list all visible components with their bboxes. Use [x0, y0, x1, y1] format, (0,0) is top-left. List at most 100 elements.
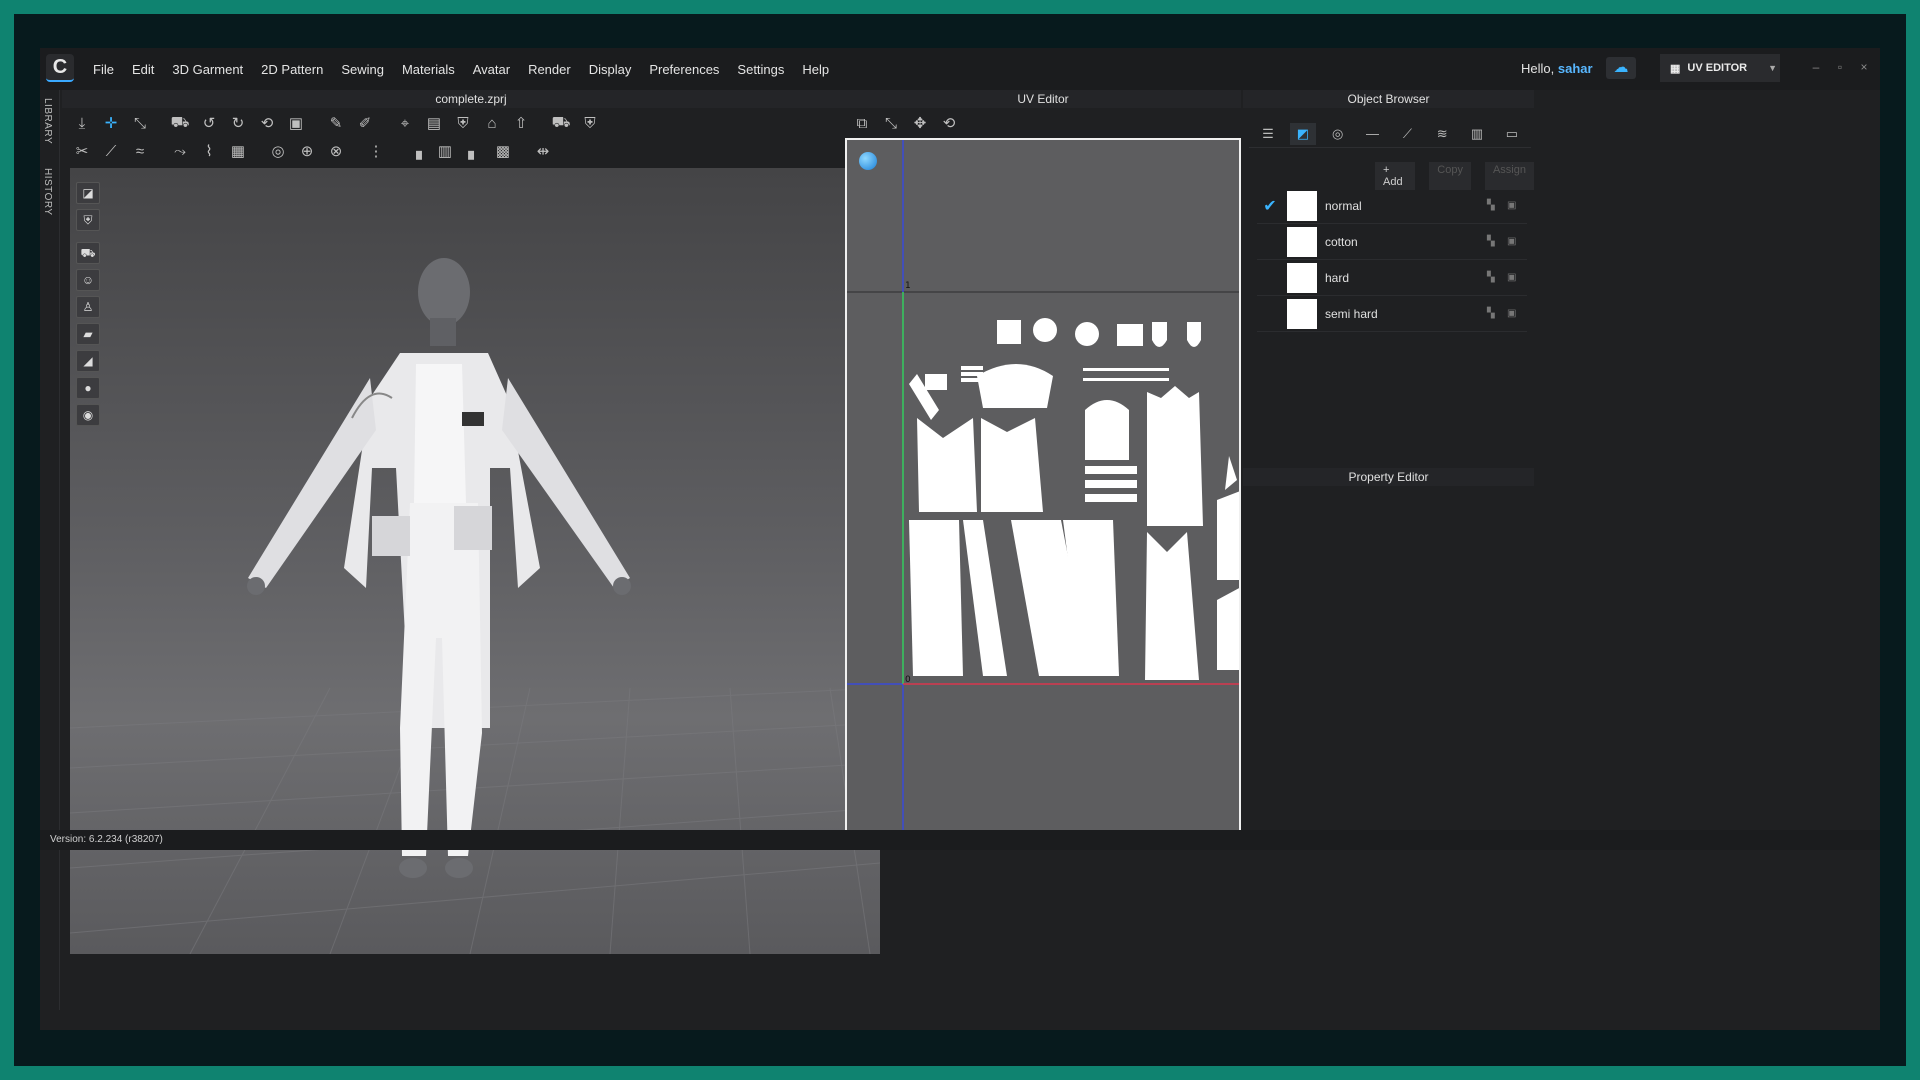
add-button[interactable]: + Add: [1375, 162, 1416, 190]
buttonhole-icon[interactable]: ⊕: [295, 140, 319, 162]
topstitch-tab-icon[interactable]: ―: [1360, 123, 1386, 145]
menu-edit[interactable]: Edit: [132, 62, 154, 77]
mode-switch-button[interactable]: ▦ UV EDITOR ▼: [1660, 54, 1780, 82]
uv-mode-icon: ▦: [1670, 62, 1681, 75]
texture-icon[interactable]: ▥: [433, 140, 457, 162]
menu-sewing[interactable]: Sewing: [341, 62, 384, 77]
list-view-icon[interactable]: ☰: [1255, 123, 1281, 145]
object-browser-title-bar: Object Browser: [1243, 90, 1534, 108]
uv-axis-v-top: 1: [905, 281, 911, 291]
menu-display[interactable]: Display: [589, 62, 632, 77]
tape-icon[interactable]: ▤: [422, 112, 446, 134]
delete-icon[interactable]: ▣: [1507, 236, 1521, 248]
view-garment-icon[interactable]: ⛨: [76, 209, 100, 231]
show-avatar-icon[interactable]: ☺: [76, 269, 100, 291]
surface-icon[interactable]: ◢: [76, 350, 100, 372]
sew-icon[interactable]: ✂: [70, 140, 94, 162]
seam-tab-icon[interactable]: ⟋: [1394, 123, 1420, 145]
graphic-icon[interactable]: ▗: [404, 140, 428, 162]
shirt-icon[interactable]: ⛨: [451, 112, 475, 134]
zipper-icon[interactable]: ⋮: [364, 140, 388, 162]
material-item[interactable]: semi hard ▚ ▣: [1257, 296, 1527, 332]
tab-library[interactable]: LIBRARY: [42, 98, 53, 144]
copy-icon[interactable]: ▚: [1487, 200, 1501, 212]
menu-help[interactable]: Help: [802, 62, 829, 77]
pattern-icon[interactable]: ▣: [284, 112, 308, 134]
simulation-icon[interactable]: ⤓: [70, 112, 94, 134]
needle-icon[interactable]: ⟋: [99, 140, 123, 162]
copy-icon[interactable]: ▚: [1487, 308, 1501, 320]
uv-layout: 1 0: [847, 140, 1239, 844]
fit-icon[interactable]: ⌂: [480, 112, 504, 134]
menu-2d-pattern[interactable]: 2D Pattern: [261, 62, 323, 77]
cloud-icon[interactable]: ☁: [1606, 57, 1636, 79]
avatar-pose-icon[interactable]: ♙: [76, 296, 100, 318]
uv-move-icon[interactable]: ✥: [908, 112, 932, 134]
menu-3d-garment[interactable]: 3D Garment: [172, 62, 243, 77]
maximize-icon[interactable]: ▫: [1830, 58, 1850, 76]
delete-icon[interactable]: ▣: [1507, 272, 1521, 284]
uv-title: UV Editor: [1017, 92, 1069, 106]
pin-icon[interactable]: ⌖: [393, 112, 417, 134]
mode-label: UV EDITOR: [1687, 62, 1748, 74]
fabric-tab-icon[interactable]: ◩: [1289, 122, 1316, 145]
view-perspective-icon[interactable]: ◪: [76, 182, 100, 204]
select-move-icon[interactable]: ✛: [99, 112, 123, 134]
transform-icon[interactable]: ⤡: [128, 112, 152, 134]
avatar[interactable]: [247, 258, 631, 878]
close-icon[interactable]: ×: [1854, 58, 1874, 76]
copy-icon[interactable]: ▚: [1487, 236, 1501, 248]
garment-layer-icon[interactable]: ⛨: [578, 112, 602, 134]
pucker-tab-icon[interactable]: ≋: [1429, 123, 1455, 145]
rotate-icon[interactable]: ↻: [226, 112, 250, 134]
flatten-icon[interactable]: ⟲: [255, 112, 279, 134]
select-button-icon[interactable]: ⊗: [324, 140, 348, 162]
material-swatch: [1287, 226, 1317, 257]
material-item[interactable]: cotton ▚ ▣: [1257, 224, 1527, 260]
uv-reset-icon[interactable]: ⟲: [937, 112, 961, 134]
material-item[interactable]: hard ▚ ▣: [1257, 260, 1527, 296]
uv-material-sphere-icon[interactable]: [859, 152, 877, 170]
menu-file[interactable]: File: [93, 62, 114, 77]
app-logo-icon[interactable]: C: [46, 54, 74, 82]
trim-icon[interactable]: ▖: [462, 140, 486, 162]
grid-icon[interactable]: ▦: [226, 140, 250, 162]
menu-render[interactable]: Render: [528, 62, 571, 77]
uv-transform-icon[interactable]: ⤡: [879, 112, 903, 134]
uv-canvas[interactable]: 1 0: [845, 138, 1241, 846]
garment-icon[interactable]: ⛟: [168, 112, 192, 134]
skin-icon[interactable]: ●: [76, 377, 100, 399]
tab-history[interactable]: HISTORY: [42, 168, 53, 216]
garment-fit-icon[interactable]: ⛟: [549, 112, 573, 134]
stitch-icon[interactable]: ≈: [128, 140, 152, 162]
minimize-icon[interactable]: –: [1806, 58, 1826, 76]
measure-tab-icon[interactable]: ▭: [1499, 123, 1525, 145]
show-garment-icon[interactable]: ⛟: [76, 242, 100, 264]
menu-avatar[interactable]: Avatar: [473, 62, 510, 77]
environment-icon[interactable]: ◉: [76, 404, 100, 426]
fold-arrange-icon[interactable]: ⤳: [168, 140, 192, 162]
button-tab-icon[interactable]: ◎: [1325, 123, 1351, 145]
button-icon[interactable]: ◎: [266, 140, 290, 162]
measure-icon[interactable]: ⇹: [531, 140, 555, 162]
image-icon[interactable]: ▩: [491, 140, 515, 162]
delete-icon[interactable]: ▣: [1507, 308, 1521, 320]
delete-icon[interactable]: ▣: [1507, 200, 1521, 212]
pleat-icon[interactable]: ⌇: [197, 140, 221, 162]
user-name[interactable]: sahar: [1558, 61, 1593, 76]
copy-button[interactable]: Copy: [1429, 162, 1471, 190]
arrow-up-icon[interactable]: ⇧: [509, 112, 533, 134]
copy-icon[interactable]: ▚: [1487, 272, 1501, 284]
menu-items: File Edit 3D Garment 2D Pattern Sewing M…: [93, 62, 847, 77]
assign-button[interactable]: Assign: [1484, 162, 1534, 190]
menu-settings[interactable]: Settings: [737, 62, 784, 77]
menu-materials[interactable]: Materials: [402, 62, 455, 77]
menu-preferences[interactable]: Preferences: [649, 62, 719, 77]
zipper-tab-icon[interactable]: ▥: [1464, 123, 1490, 145]
brush-icon[interactable]: ✐: [353, 112, 377, 134]
texture-view-icon[interactable]: ▰: [76, 323, 100, 345]
material-item[interactable]: ✔ normal ▚ ▣: [1257, 188, 1527, 224]
fold-icon[interactable]: ↺: [197, 112, 221, 134]
pen-icon[interactable]: ✎: [324, 112, 348, 134]
camera-icon[interactable]: ⧉: [850, 112, 874, 134]
